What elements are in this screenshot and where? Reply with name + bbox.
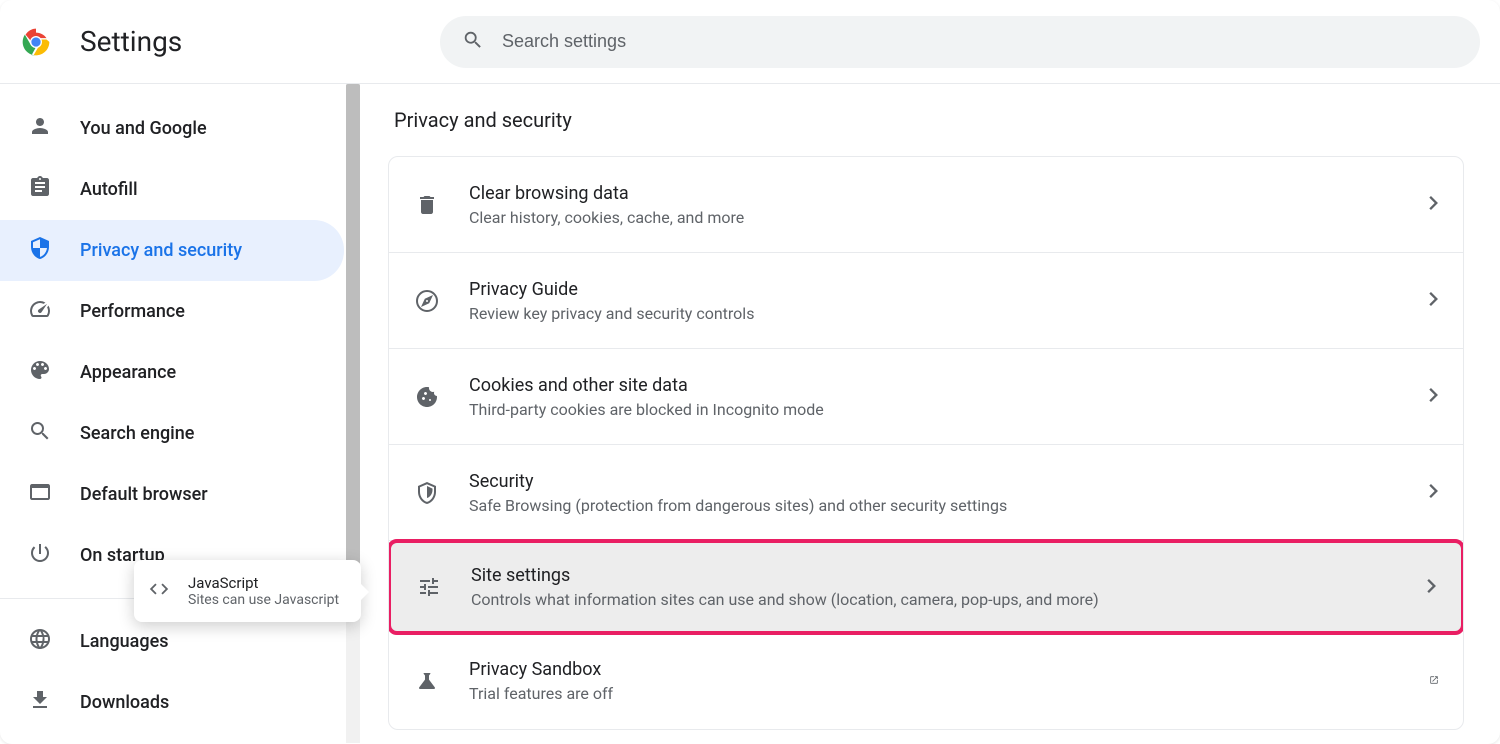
- sidebar-item-privacy-security[interactable]: Privacy and security: [0, 220, 344, 281]
- row-title: Security: [469, 471, 1401, 492]
- chevron-right-icon: [1429, 195, 1439, 214]
- sidebar-item-label: Autofill: [80, 179, 138, 200]
- sidebar-item-label: Performance: [80, 301, 185, 322]
- sidebar-item-label: Search engine: [80, 423, 194, 444]
- sidebar-item-you-and-google[interactable]: You and Google: [0, 98, 344, 159]
- row-security[interactable]: Security Safe Browsing (protection from …: [389, 445, 1463, 541]
- clipboard-icon: [28, 175, 52, 204]
- tooltip-subtitle: Sites can use Javascript: [188, 592, 339, 608]
- row-title: Clear browsing data: [469, 183, 1401, 204]
- compass-icon: [413, 289, 441, 313]
- chevron-right-icon: [1429, 483, 1439, 502]
- row-title: Privacy Sandbox: [469, 659, 1401, 680]
- chevron-right-icon: [1429, 291, 1439, 310]
- row-text: Security Safe Browsing (protection from …: [469, 471, 1401, 515]
- code-icon: [148, 578, 170, 604]
- flask-icon: [413, 669, 441, 693]
- row-text: Privacy Guide Review key privacy and sec…: [469, 279, 1401, 323]
- row-subtitle: Review key privacy and security controls: [469, 304, 1401, 323]
- row-text: Site settings Controls what information …: [471, 565, 1399, 609]
- tune-icon: [415, 575, 443, 599]
- privacy-card: Clear browsing data Clear history, cooki…: [388, 156, 1464, 730]
- sidebar-item-performance[interactable]: Performance: [0, 281, 344, 342]
- row-subtitle: Controls what information sites can use …: [471, 590, 1399, 609]
- scrollbar-track[interactable]: [346, 84, 360, 743]
- cookie-icon: [413, 385, 441, 409]
- row-title: Site settings: [471, 565, 1399, 586]
- speedometer-icon: [28, 297, 52, 326]
- sidebar-item-label: Appearance: [80, 362, 176, 383]
- sidebar-item-appearance[interactable]: Appearance: [0, 342, 344, 403]
- section-title: Privacy and security: [394, 108, 1464, 132]
- sidebar: You and Google Autofill Privacy and secu…: [0, 84, 360, 744]
- sidebar-item-search-engine[interactable]: Search engine: [0, 403, 344, 464]
- power-icon: [28, 541, 52, 570]
- row-cookies[interactable]: Cookies and other site data Third-party …: [389, 349, 1463, 445]
- chrome-logo-icon: [20, 26, 52, 58]
- sidebar-item-label: You and Google: [80, 118, 207, 139]
- sidebar-item-label: Privacy and security: [80, 240, 242, 261]
- row-title: Privacy Guide: [469, 279, 1401, 300]
- row-title: Cookies and other site data: [469, 375, 1401, 396]
- row-clear-browsing-data[interactable]: Clear browsing data Clear history, cooki…: [389, 157, 1463, 253]
- chevron-right-icon: [1427, 578, 1437, 597]
- trash-icon: [413, 193, 441, 217]
- row-privacy-sandbox[interactable]: Privacy Sandbox Trial features are off: [389, 633, 1463, 729]
- search-box[interactable]: [440, 16, 1480, 68]
- sidebar-item-default-browser[interactable]: Default browser: [0, 464, 344, 525]
- sidebar-item-label: Downloads: [80, 692, 169, 713]
- main-content: Privacy and security Clear browsing data…: [360, 84, 1500, 744]
- row-text: Cookies and other site data Third-party …: [469, 375, 1401, 419]
- download-icon: [28, 688, 52, 717]
- row-text: Privacy Sandbox Trial features are off: [469, 659, 1401, 703]
- shield-icon: [28, 236, 52, 265]
- sidebar-item-downloads[interactable]: Downloads: [0, 672, 344, 733]
- row-site-settings[interactable]: Site settings Controls what information …: [388, 539, 1464, 635]
- page-title: Settings: [80, 25, 182, 58]
- browser-icon: [28, 480, 52, 509]
- search-icon: [28, 419, 52, 448]
- globe-icon: [28, 627, 52, 656]
- scrollbar-thumb[interactable]: [346, 84, 360, 564]
- sidebar-item-autofill[interactable]: Autofill: [0, 159, 344, 220]
- shield-outline-icon: [413, 481, 441, 505]
- person-icon: [28, 114, 52, 143]
- sidebar-item-label: Default browser: [80, 484, 208, 505]
- row-text: Clear browsing data Clear history, cooki…: [469, 183, 1401, 227]
- row-subtitle: Third-party cookies are blocked in Incog…: [469, 400, 1401, 419]
- row-privacy-guide[interactable]: Privacy Guide Review key privacy and sec…: [389, 253, 1463, 349]
- header: Settings: [0, 0, 1500, 84]
- chevron-right-icon: [1429, 387, 1439, 406]
- tooltip-title: JavaScript: [188, 574, 339, 592]
- search-icon: [462, 29, 484, 55]
- palette-icon: [28, 358, 52, 387]
- row-subtitle: Clear history, cookies, cache, and more: [469, 208, 1401, 227]
- search-input[interactable]: [502, 31, 1458, 52]
- sidebar-item-label: Languages: [80, 631, 168, 652]
- row-subtitle: Trial features are off: [469, 684, 1401, 703]
- external-link-icon: [1429, 672, 1439, 691]
- row-subtitle: Safe Browsing (protection from dangerous…: [469, 496, 1401, 515]
- tooltip-javascript: JavaScript Sites can use Javascript: [134, 560, 361, 622]
